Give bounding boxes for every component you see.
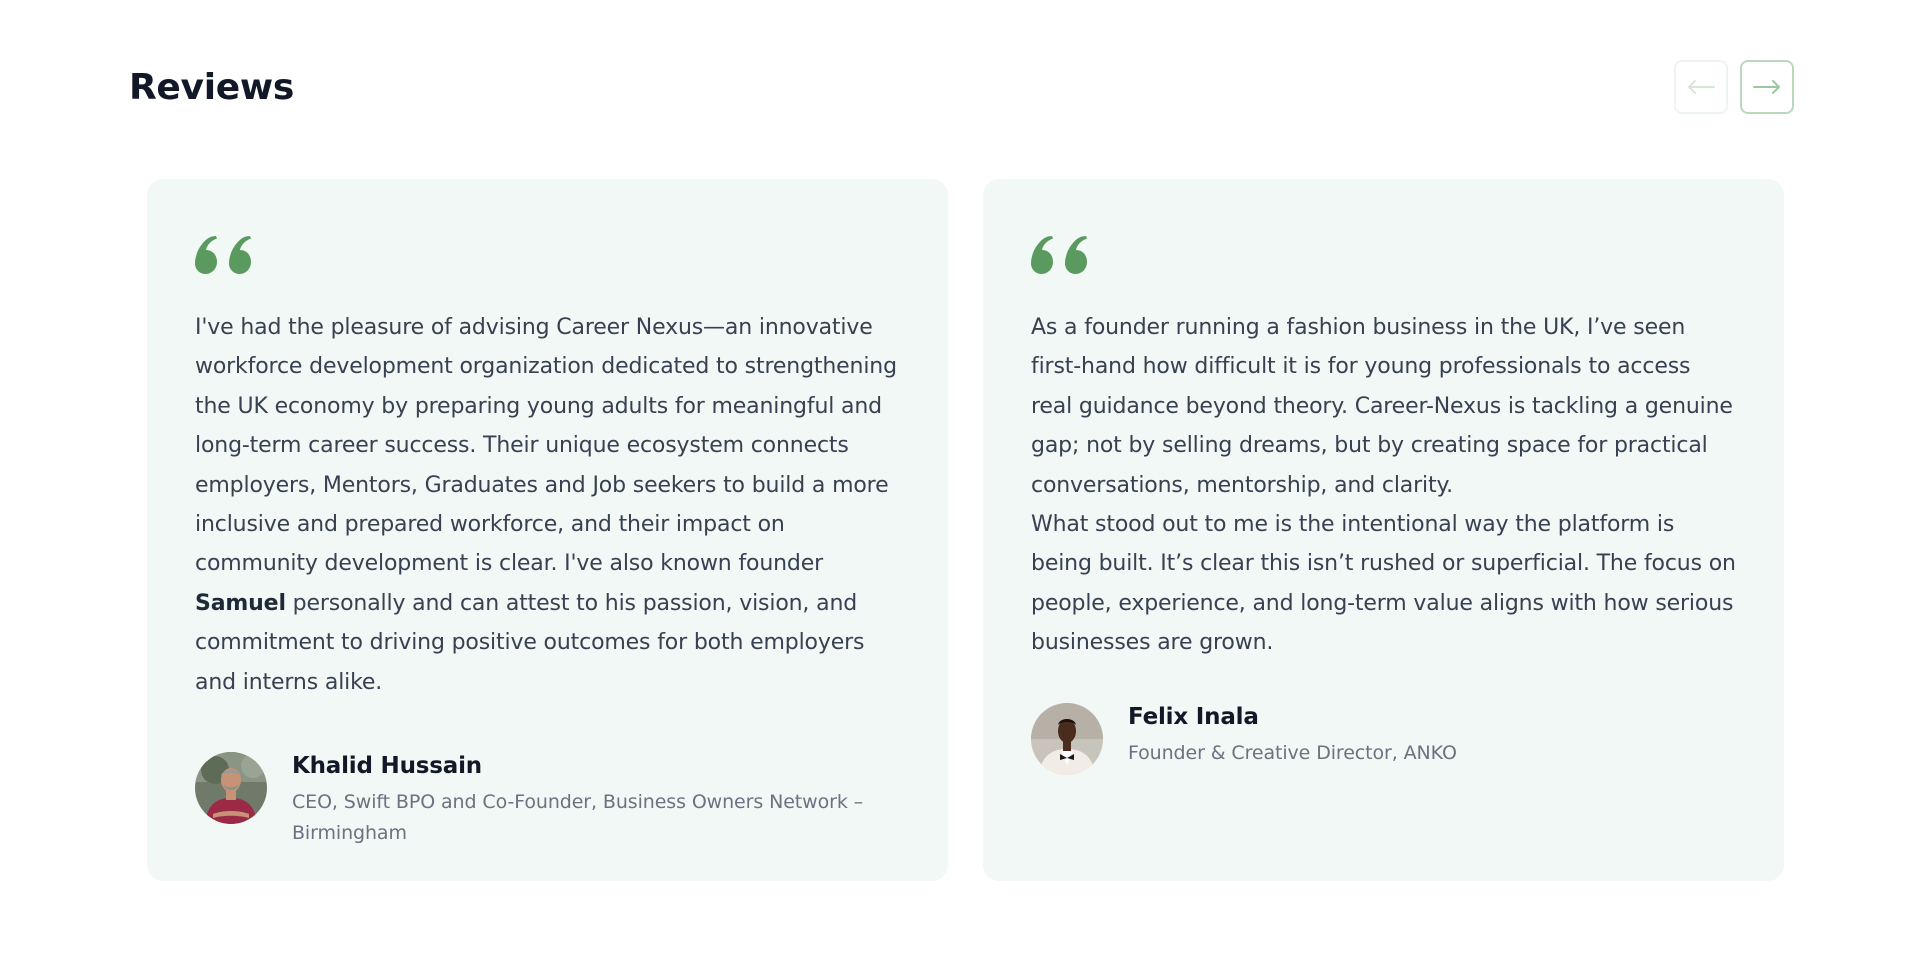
arrow-right-icon	[1753, 80, 1780, 94]
review-text: I've had the pleasure of advising Career…	[195, 308, 900, 702]
review-text: As a founder running a fashion business …	[1031, 308, 1736, 663]
review-text-part: I've had the pleasure of advising Career…	[195, 315, 897, 577]
arrow-left-icon	[1688, 80, 1715, 94]
author-name: Khalid Hussain	[292, 753, 482, 780]
next-button[interactable]	[1740, 60, 1794, 114]
previous-button[interactable]	[1674, 60, 1728, 114]
review-text-highlight: Samuel	[195, 590, 286, 616]
author-role: Founder & Creative Director, ANKO	[1128, 741, 1457, 764]
review-card: As a founder running a fashion business …	[983, 179, 1784, 881]
author-role: CEO, Swift BPO and Co-Founder, Business …	[292, 790, 864, 844]
section-title: Reviews	[129, 67, 294, 108]
review-author: Felix Inala Founder & Creative Director,…	[1031, 702, 1736, 775]
quote-icon	[1031, 236, 1087, 274]
review-text-part: personally and can attest to his passion…	[195, 590, 865, 695]
avatar	[195, 752, 267, 825]
review-card: I've had the pleasure of advising Career…	[147, 179, 948, 881]
quote-icon	[195, 236, 251, 274]
reviews-section: Reviews I've had the pleasure of advisin…	[0, 0, 1927, 959]
review-paragraph: What stood out to me is the intentional …	[1031, 512, 1736, 656]
carousel-nav	[1674, 60, 1794, 114]
avatar	[1031, 702, 1103, 775]
author-name: Felix Inala	[1128, 703, 1259, 730]
review-paragraph: As a founder running a fashion business …	[1031, 315, 1733, 498]
review-author: Khalid Hussain CEO, Swift BPO and Co-Fou…	[195, 752, 900, 849]
